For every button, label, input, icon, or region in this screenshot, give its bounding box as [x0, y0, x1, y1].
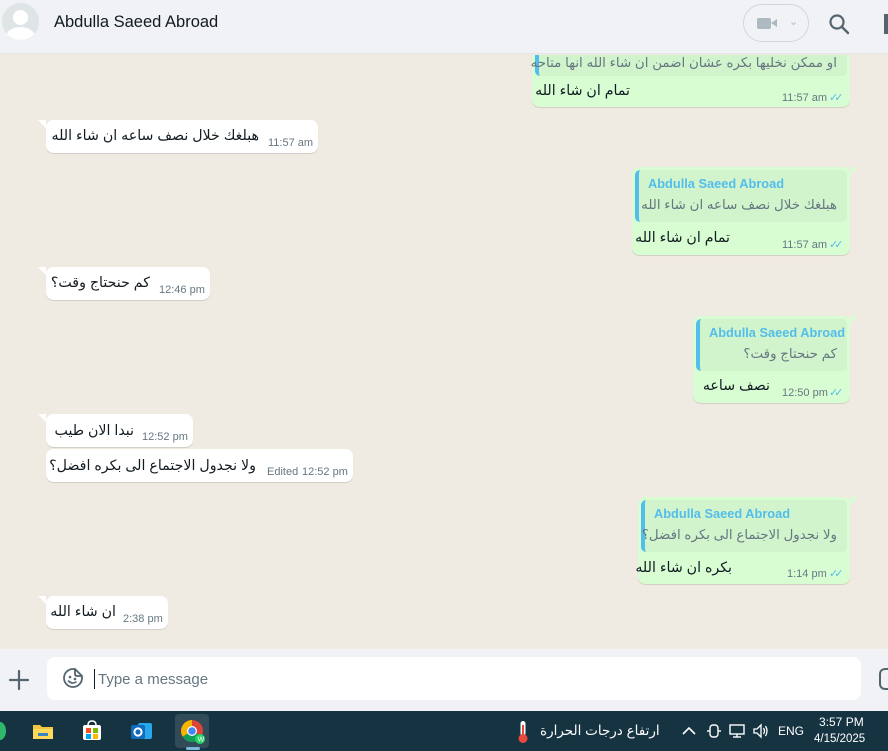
message-bubble-outgoing[interactable]: Abdulla Saeed Abroad هبلغك خلال نصف ساعه…: [632, 167, 850, 255]
quoted-message-author: Abdulla Saeed Abroad: [648, 176, 785, 191]
menu-icon[interactable]: [884, 14, 888, 34]
chevron-up-icon[interactable]: [680, 722, 698, 740]
message-time: 11:57 am: [782, 92, 828, 104]
message-text: هبلغك خلال نصف ساعه ان شاء الله: [51, 128, 260, 144]
input-language[interactable]: ENG: [778, 724, 804, 738]
contact-name[interactable]: Abdulla Saeed Abroad: [54, 13, 218, 32]
message-text: كم حنحتاج وقت؟: [50, 275, 150, 291]
edited-label: Edited: [267, 466, 299, 478]
video-camera-lens-icon: [771, 19, 777, 27]
quoted-message-author: Abdulla Saeed Abroad: [709, 325, 846, 340]
message-bubble-outgoing[interactable]: Abdulla Saeed Abroad كم حنحتاج وقت؟ نصف …: [693, 316, 850, 403]
active-app-indicator: [186, 747, 200, 750]
quoted-message[interactable]: Abdulla Saeed Abroad كم حنحتاج وقت؟: [696, 319, 847, 371]
microsoft-store-icon[interactable]: [75, 714, 109, 748]
bubble-tail: [850, 167, 858, 175]
message-text: تمام ان شاء الله: [535, 83, 630, 99]
quoted-message[interactable]: Abdulla Saeed Abroad هبلغك خلال نصف ساعه…: [635, 170, 847, 222]
message-list[interactable]: او ممكن نخليها بكره عشان اضمن ان شاء الل…: [0, 55, 888, 649]
read-receipt-icon: ✓✓: [829, 239, 844, 251]
volume-icon[interactable]: [752, 722, 770, 740]
meet-now-icon[interactable]: [705, 722, 723, 740]
bubble-tail: [38, 120, 46, 128]
quoted-message[interactable]: او ممكن نخليها بكره عشان اضمن ان شاء الل…: [531, 55, 847, 76]
avatar-body-shape: [6, 27, 35, 40]
microphone-icon[interactable]: [879, 668, 888, 690]
chrome-whatsapp-icon[interactable]: W: [175, 714, 209, 748]
video-call-button[interactable]: ⌄: [743, 4, 809, 42]
quoted-message-text: كم حنحتاج وقت؟: [743, 346, 837, 361]
search-icon[interactable]: [827, 12, 851, 36]
message-text: نصف ساعه: [702, 378, 770, 394]
avatar-head-shape: [13, 10, 28, 25]
message-bubble-incoming[interactable]: ان شاء الله 2:38 pm: [46, 596, 168, 629]
sticker-emoji-icon[interactable]: [62, 667, 84, 689]
read-receipt-icon: ✓✓: [829, 387, 844, 399]
bubble-tail: [38, 414, 46, 422]
message-bubble-incoming[interactable]: كم حنحتاج وقت؟ 12:46 pm: [46, 267, 210, 300]
clock-time[interactable]: 3:57 PM: [819, 715, 864, 729]
thermometer-icon[interactable]: [517, 720, 529, 744]
message-bubble-outgoing[interactable]: Abdulla Saeed Abroad ولا نجدول الاجتماع …: [635, 497, 850, 584]
message-time: 12:52 pm: [142, 431, 188, 443]
svg-text:W: W: [198, 737, 205, 744]
bubble-tail: [850, 497, 858, 505]
message-text: ان شاء الله: [50, 604, 116, 620]
clock-date[interactable]: 4/15/2025: [814, 733, 865, 745]
weather-text[interactable]: ارتفاع درجات الحرارة: [540, 723, 660, 739]
video-camera-icon: [757, 18, 771, 29]
contact-avatar[interactable]: [2, 3, 39, 40]
plus-icon[interactable]: [8, 669, 30, 691]
file-explorer-icon[interactable]: [26, 714, 60, 748]
chevron-down-icon: ⌄: [789, 16, 799, 28]
network-icon[interactable]: [728, 722, 746, 740]
message-time: 12:52 pm: [302, 466, 348, 478]
quoted-message-text: او ممكن نخليها بكره عشان اضمن ان شاء الل…: [530, 55, 837, 70]
quoted-message-text: ولا نجدول الاجتماع الى بكره افضل؟: [641, 527, 837, 542]
outlook-icon[interactable]: [125, 714, 159, 748]
message-text: ولا نجدول الاجتماع الى بكره افضل؟: [49, 458, 256, 474]
message-time: 12:50 pm: [782, 387, 828, 399]
message-text: بكره ان شاء الله: [635, 560, 732, 576]
bubble-tail: [38, 596, 46, 604]
text-cursor: [94, 669, 95, 689]
message-time: 2:38 pm: [123, 613, 163, 625]
bubble-tail: [38, 267, 46, 275]
message-time: 11:57 am: [268, 137, 314, 149]
message-text: تمام ان شاء الله: [635, 230, 730, 246]
message-bubble-outgoing[interactable]: او ممكن نخليها بكره عشان اضمن ان شاء الل…: [531, 55, 850, 107]
quoted-message[interactable]: Abdulla Saeed Abroad ولا نجدول الاجتماع …: [641, 500, 847, 552]
message-time: 1:14 pm: [787, 568, 827, 580]
message-time: 11:57 am: [782, 239, 828, 251]
read-receipt-icon: ✓✓: [829, 568, 844, 580]
message-bubble-incoming[interactable]: نبدا الان طيب 12:52 pm: [46, 414, 193, 447]
message-text: نبدا الان طيب: [54, 423, 134, 439]
bubble-tail: [850, 316, 858, 324]
read-receipt-icon: ✓✓: [829, 92, 844, 104]
quoted-message-text: هبلغك خلال نصف ساعه ان شاء الله: [641, 197, 837, 212]
message-input[interactable]: [98, 668, 798, 690]
quoted-message-author: Abdulla Saeed Abroad: [654, 506, 791, 521]
message-bubble-incoming[interactable]: هبلغك خلال نصف ساعه ان شاء الله 11:57 am: [46, 120, 318, 153]
message-bubble-incoming[interactable]: ولا نجدول الاجتماع الى بكره افضل؟ Edited…: [46, 449, 353, 482]
message-time: 12:46 pm: [159, 284, 205, 296]
